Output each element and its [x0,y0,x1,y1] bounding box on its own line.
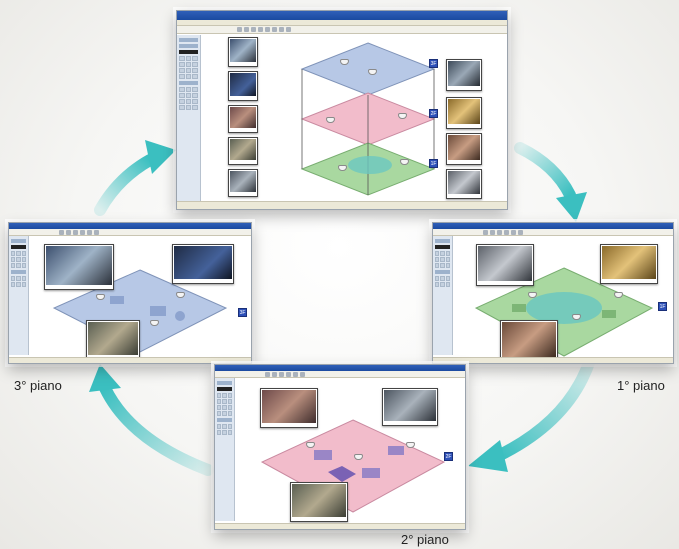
floor-button-3f[interactable]: 3F [238,308,247,317]
camera-thumbnail[interactable] [228,105,258,133]
camera-thumbnail[interactable] [500,320,558,362]
floor2-label: 2° piano [401,532,449,547]
toolbar-icon[interactable] [265,371,270,377]
camera-thumbnail[interactable] [446,133,482,165]
arrow-to-main [94,154,156,216]
camera-thumbnail[interactable] [446,169,482,199]
toolbar-icon[interactable] [483,229,488,235]
toolbar-icon[interactable] [258,27,263,32]
camera-thumbnail[interactable] [44,244,114,290]
floor3-toolbar [9,229,251,236]
floor-button-3f[interactable]: 3F [429,59,438,68]
arrow-to-floor2 [494,354,596,461]
toolbar-icon[interactable] [279,27,284,32]
toolbar-icon[interactable] [80,229,85,235]
floor1-toolbar [433,229,673,236]
camera-thumbnail[interactable] [228,71,258,101]
main-titlebar [177,11,507,20]
toolbar-icon[interactable] [265,27,270,32]
floor2-window: 2F [214,364,466,530]
toolbar-icon[interactable] [293,371,298,377]
floor2-canvas: 2F [236,378,465,522]
toolbar-icon[interactable] [272,27,277,32]
toolbar-icon[interactable] [251,27,256,32]
camera-thumbnail[interactable] [600,244,658,284]
toolbar-icon[interactable] [73,229,78,235]
stacked-floor-maps [300,42,436,196]
toolbar-icon[interactable] [511,229,516,235]
floor-button-2f[interactable]: 2F [429,109,438,118]
floor3-sidebar [9,236,29,355]
arrow-to-floor3 [99,382,214,476]
camera-thumbnail[interactable] [228,137,258,165]
toolbar-icon[interactable] [272,371,277,377]
main-statusbar [177,201,507,209]
floor1-sidebar [433,236,453,355]
toolbar-icon[interactable] [244,27,249,32]
floor-button-2f[interactable]: 2F [444,452,453,461]
arrow-head-to-floor1 [556,192,587,222]
camera-thumbnail[interactable] [290,482,348,522]
floor1-canvas: 1F [454,236,673,362]
main-sidebar [177,35,201,201]
arrow-head-to-main [145,140,176,174]
toolbar-icon[interactable] [286,27,291,32]
toolbar-icon[interactable] [94,229,99,235]
main-canvas: 3F 2F 1F [202,35,507,201]
main-toolbar [177,26,507,34]
arrow-head-to-floor3 [89,364,121,392]
toolbar-icon[interactable] [518,229,523,235]
floor1-label: 1° piano [617,378,665,393]
arrow-to-floor1 [514,142,576,201]
toolbar-icon[interactable] [66,229,71,235]
floor2-map [260,419,446,513]
floor-button-1f[interactable]: 1F [658,302,667,311]
floor2-sidebar [215,378,235,521]
camera-thumbnail[interactable] [476,244,534,286]
camera-thumbnail[interactable] [382,388,438,426]
main-window: 3F 2F 1F [176,10,508,210]
floor2-statusbar [215,523,465,529]
arrow-head-to-floor2 [468,440,508,472]
camera-thumbnail[interactable] [228,169,258,197]
camera-thumbnail[interactable] [86,320,140,360]
camera-thumbnail[interactable] [172,244,234,284]
floor-button-1f[interactable]: 1F [429,159,438,168]
floor3-window: 3F [8,222,252,364]
camera-thumbnail[interactable] [260,388,318,428]
toolbar-icon[interactable] [87,229,92,235]
toolbar-icon[interactable] [490,229,495,235]
floor3-statusbar [9,357,251,363]
toolbar-icon[interactable] [286,371,291,377]
toolbar-icon[interactable] [59,229,64,235]
floor3-label: 3° piano [14,378,62,393]
toolbar-icon[interactable] [300,371,305,377]
floor1-window: 1F [432,222,674,364]
floor1-statusbar [433,357,673,363]
toolbar-icon[interactable] [279,371,284,377]
camera-thumbnail[interactable] [446,97,482,129]
floor2-toolbar [215,371,465,378]
toolbar-icon[interactable] [497,229,502,235]
floor3-canvas: 3F [30,236,251,360]
toolbar-icon[interactable] [237,27,242,32]
rotation-diagram: { "labels": { "floor3": "3° piano", "flo… [0,0,679,549]
camera-thumbnail[interactable] [446,59,482,91]
toolbar-icon[interactable] [504,229,509,235]
camera-thumbnail[interactable] [228,37,258,67]
